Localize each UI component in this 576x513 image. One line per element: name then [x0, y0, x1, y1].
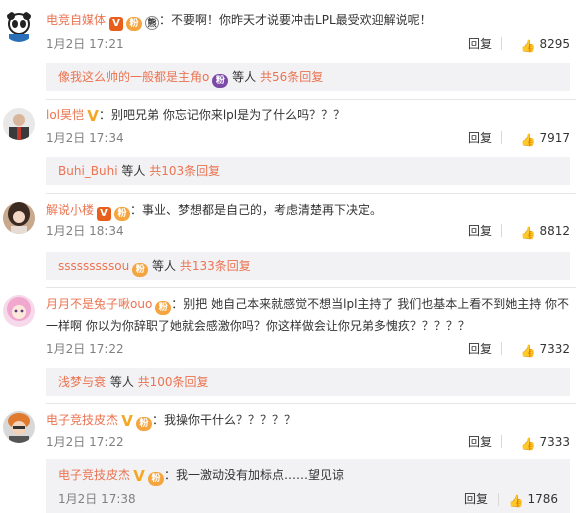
fan-badge-icon: 粉	[155, 301, 172, 315]
like-button[interactable]: 👍 1786	[508, 488, 558, 510]
verified-badge-icon: V	[87, 107, 99, 125]
divider	[501, 131, 502, 144]
thumbs-up-icon: 👍	[508, 494, 524, 508]
fan-badge-icon: 粉	[136, 417, 153, 431]
like-count: 1786	[527, 492, 558, 506]
reply-button[interactable]: 回复	[468, 432, 492, 452]
sub-reply-text: ：我一激动没有加标点……望见谅	[164, 468, 345, 482]
comment-date: 1月2日 17:22	[46, 342, 124, 356]
like-button[interactable]: 👍 8812	[520, 221, 570, 241]
comment-meta: 1月2日 17:34 回复 👍 7917	[46, 128, 570, 148]
thread-user-link[interactable]: Buhi_Buhi	[58, 164, 118, 178]
like-button[interactable]: 👍 7917	[520, 128, 570, 148]
divider	[46, 99, 576, 100]
reply-button[interactable]: 回复	[468, 339, 492, 359]
avatar[interactable]	[3, 108, 35, 140]
thread-suffix: 等人	[117, 164, 150, 178]
divider	[501, 342, 502, 355]
thumbs-up-icon: 👍	[520, 133, 536, 147]
thread-count-link[interactable]: 共133条回复	[180, 259, 251, 273]
comment-meta: 1月2日 17:22 回复 👍 7333	[46, 432, 570, 452]
comment-text: ：不要啊！你昨天才说要冲击LPL最受欢迎解说呢！	[159, 13, 432, 27]
like-count: 8812	[539, 224, 570, 238]
divider	[501, 37, 502, 50]
like-button[interactable]: 👍 7332	[520, 339, 570, 359]
like-button[interactable]: 👍 7333	[520, 432, 570, 452]
divider	[501, 224, 502, 237]
username-link[interactable]: 电子竞技皮杰	[46, 413, 118, 427]
fan-badge-icon: 粉	[212, 74, 229, 88]
reply-thread-box: Buhi_Buhi 等人 共103条回复	[46, 157, 570, 185]
divider	[46, 287, 576, 288]
fan-badge-icon: 粉	[126, 17, 143, 31]
like-button[interactable]: 👍 8295	[520, 34, 570, 54]
like-count: 7332	[539, 342, 570, 356]
divider	[46, 193, 576, 194]
username-link[interactable]: 电竞自媒体	[46, 13, 106, 27]
like-count: 7917	[539, 131, 570, 145]
comment-meta: 1月2日 18:34 回复 👍 8812	[46, 221, 570, 241]
like-count: 7333	[539, 435, 570, 449]
thread-user-link[interactable]: sssssssssou	[58, 259, 129, 273]
fan-badge-icon: 粉	[114, 207, 131, 221]
reply-thread-box: sssssssssou 粉 等人 共133条回复	[46, 252, 570, 280]
verified-badge-icon: V	[109, 17, 124, 31]
avatar[interactable]	[3, 411, 35, 443]
avatar[interactable]	[3, 295, 35, 327]
divider	[46, 403, 576, 404]
sub-reply-meta: 1月2日 17:38 回复 👍 1786	[58, 488, 570, 510]
comment-text: ：我操你干什么？？？？？	[152, 413, 297, 427]
reply-thread-box: 像我这么帅的一般都是主角o 粉 等人 共56条回复	[46, 63, 570, 91]
thread-count-link[interactable]: 共56条回复	[260, 70, 323, 84]
thread-suffix: 等人	[228, 70, 260, 84]
comment-text-line: 月月不是兔子啾ouo 粉：别把 她自己本来就感觉不想当lpl主持了 我们也基本上看…	[46, 293, 570, 337]
reply-button[interactable]: 回复	[468, 221, 492, 241]
comment-date: 1月2日 17:21	[46, 37, 124, 51]
divider	[501, 435, 502, 448]
fan-badge-icon: 粉	[132, 263, 149, 277]
username-link[interactable]: 解说小楼	[46, 203, 94, 217]
fan-badge-icon: 粉	[148, 472, 165, 486]
comment-date: 1月2日 17:34	[46, 131, 124, 145]
reply-button[interactable]: 回复	[464, 488, 488, 510]
username-link[interactable]: lol昊恺	[46, 108, 84, 122]
verified-badge-icon: V	[133, 467, 145, 485]
comment-meta: 1月2日 17:22 回复 👍 7332	[46, 339, 570, 359]
thread-user-link[interactable]: 浅梦与衰	[58, 375, 106, 389]
thumbs-up-icon: 👍	[520, 226, 536, 240]
comment-text: ：事业、梦想都是自己的，考虑清楚再下决定。	[130, 203, 383, 217]
username-link[interactable]: 电子竞技皮杰	[58, 468, 130, 482]
thread-count-link[interactable]: 共100条回复	[138, 375, 209, 389]
comment-text-line: lol昊恺 V：别吧兄弟 你忘记你来lpl是为了什么吗？？？	[46, 104, 570, 126]
thumbs-up-icon: 👍	[520, 344, 536, 358]
comment-date: 1月2日 18:34	[46, 224, 124, 238]
panda-badge-icon: 熊	[145, 16, 160, 30]
divider	[498, 493, 499, 506]
thumbs-up-icon: 👍	[520, 39, 536, 53]
verified-badge-icon: V	[121, 412, 133, 430]
comment-meta: 1月2日 17:21 回复 👍 8295	[46, 34, 570, 54]
reply-button[interactable]: 回复	[468, 34, 492, 54]
avatar[interactable]	[3, 202, 35, 234]
username-link[interactable]: 月月不是兔子啾ouo	[46, 297, 152, 311]
thread-user-link[interactable]: 像我这么帅的一般都是主角o	[58, 70, 209, 84]
sub-reply-line: 电子竞技皮杰 V 粉：我一激动没有加标点……望见谅	[58, 464, 570, 488]
reply-button[interactable]: 回复	[468, 128, 492, 148]
thread-count-link[interactable]: 共103条回复	[149, 164, 220, 178]
thumbs-up-icon: 👍	[520, 437, 536, 451]
verified-badge-icon: V	[97, 207, 112, 221]
thread-suffix: 等人	[106, 375, 138, 389]
avatar[interactable]	[3, 10, 35, 42]
comment-date: 1月2日 17:22	[46, 435, 124, 449]
comment-text-line: 电子竞技皮杰 V 粉：我操你干什么？？？？？	[46, 409, 570, 431]
like-count: 8295	[539, 37, 570, 51]
sub-reply-box: 电子竞技皮杰 V 粉：我一激动没有加标点……望见谅 1月2日 17:38 回复 👍 1…	[46, 459, 570, 513]
comment-text-line: 解说小楼 V 粉：事业、梦想都是自己的，考虑清楚再下决定。	[46, 199, 570, 221]
reply-thread-box: 浅梦与衰 等人 共100条回复	[46, 368, 570, 396]
comment-text-line: 电竞自媒体 V 粉熊：不要啊！你昨天才说要冲击LPL最受欢迎解说呢！	[46, 9, 570, 31]
comment-text: ：别吧兄弟 你忘记你来lpl是为了什么吗？？？	[99, 108, 346, 122]
thread-suffix: 等人	[148, 259, 180, 273]
sub-reply-date: 1月2日 17:38	[58, 492, 136, 506]
